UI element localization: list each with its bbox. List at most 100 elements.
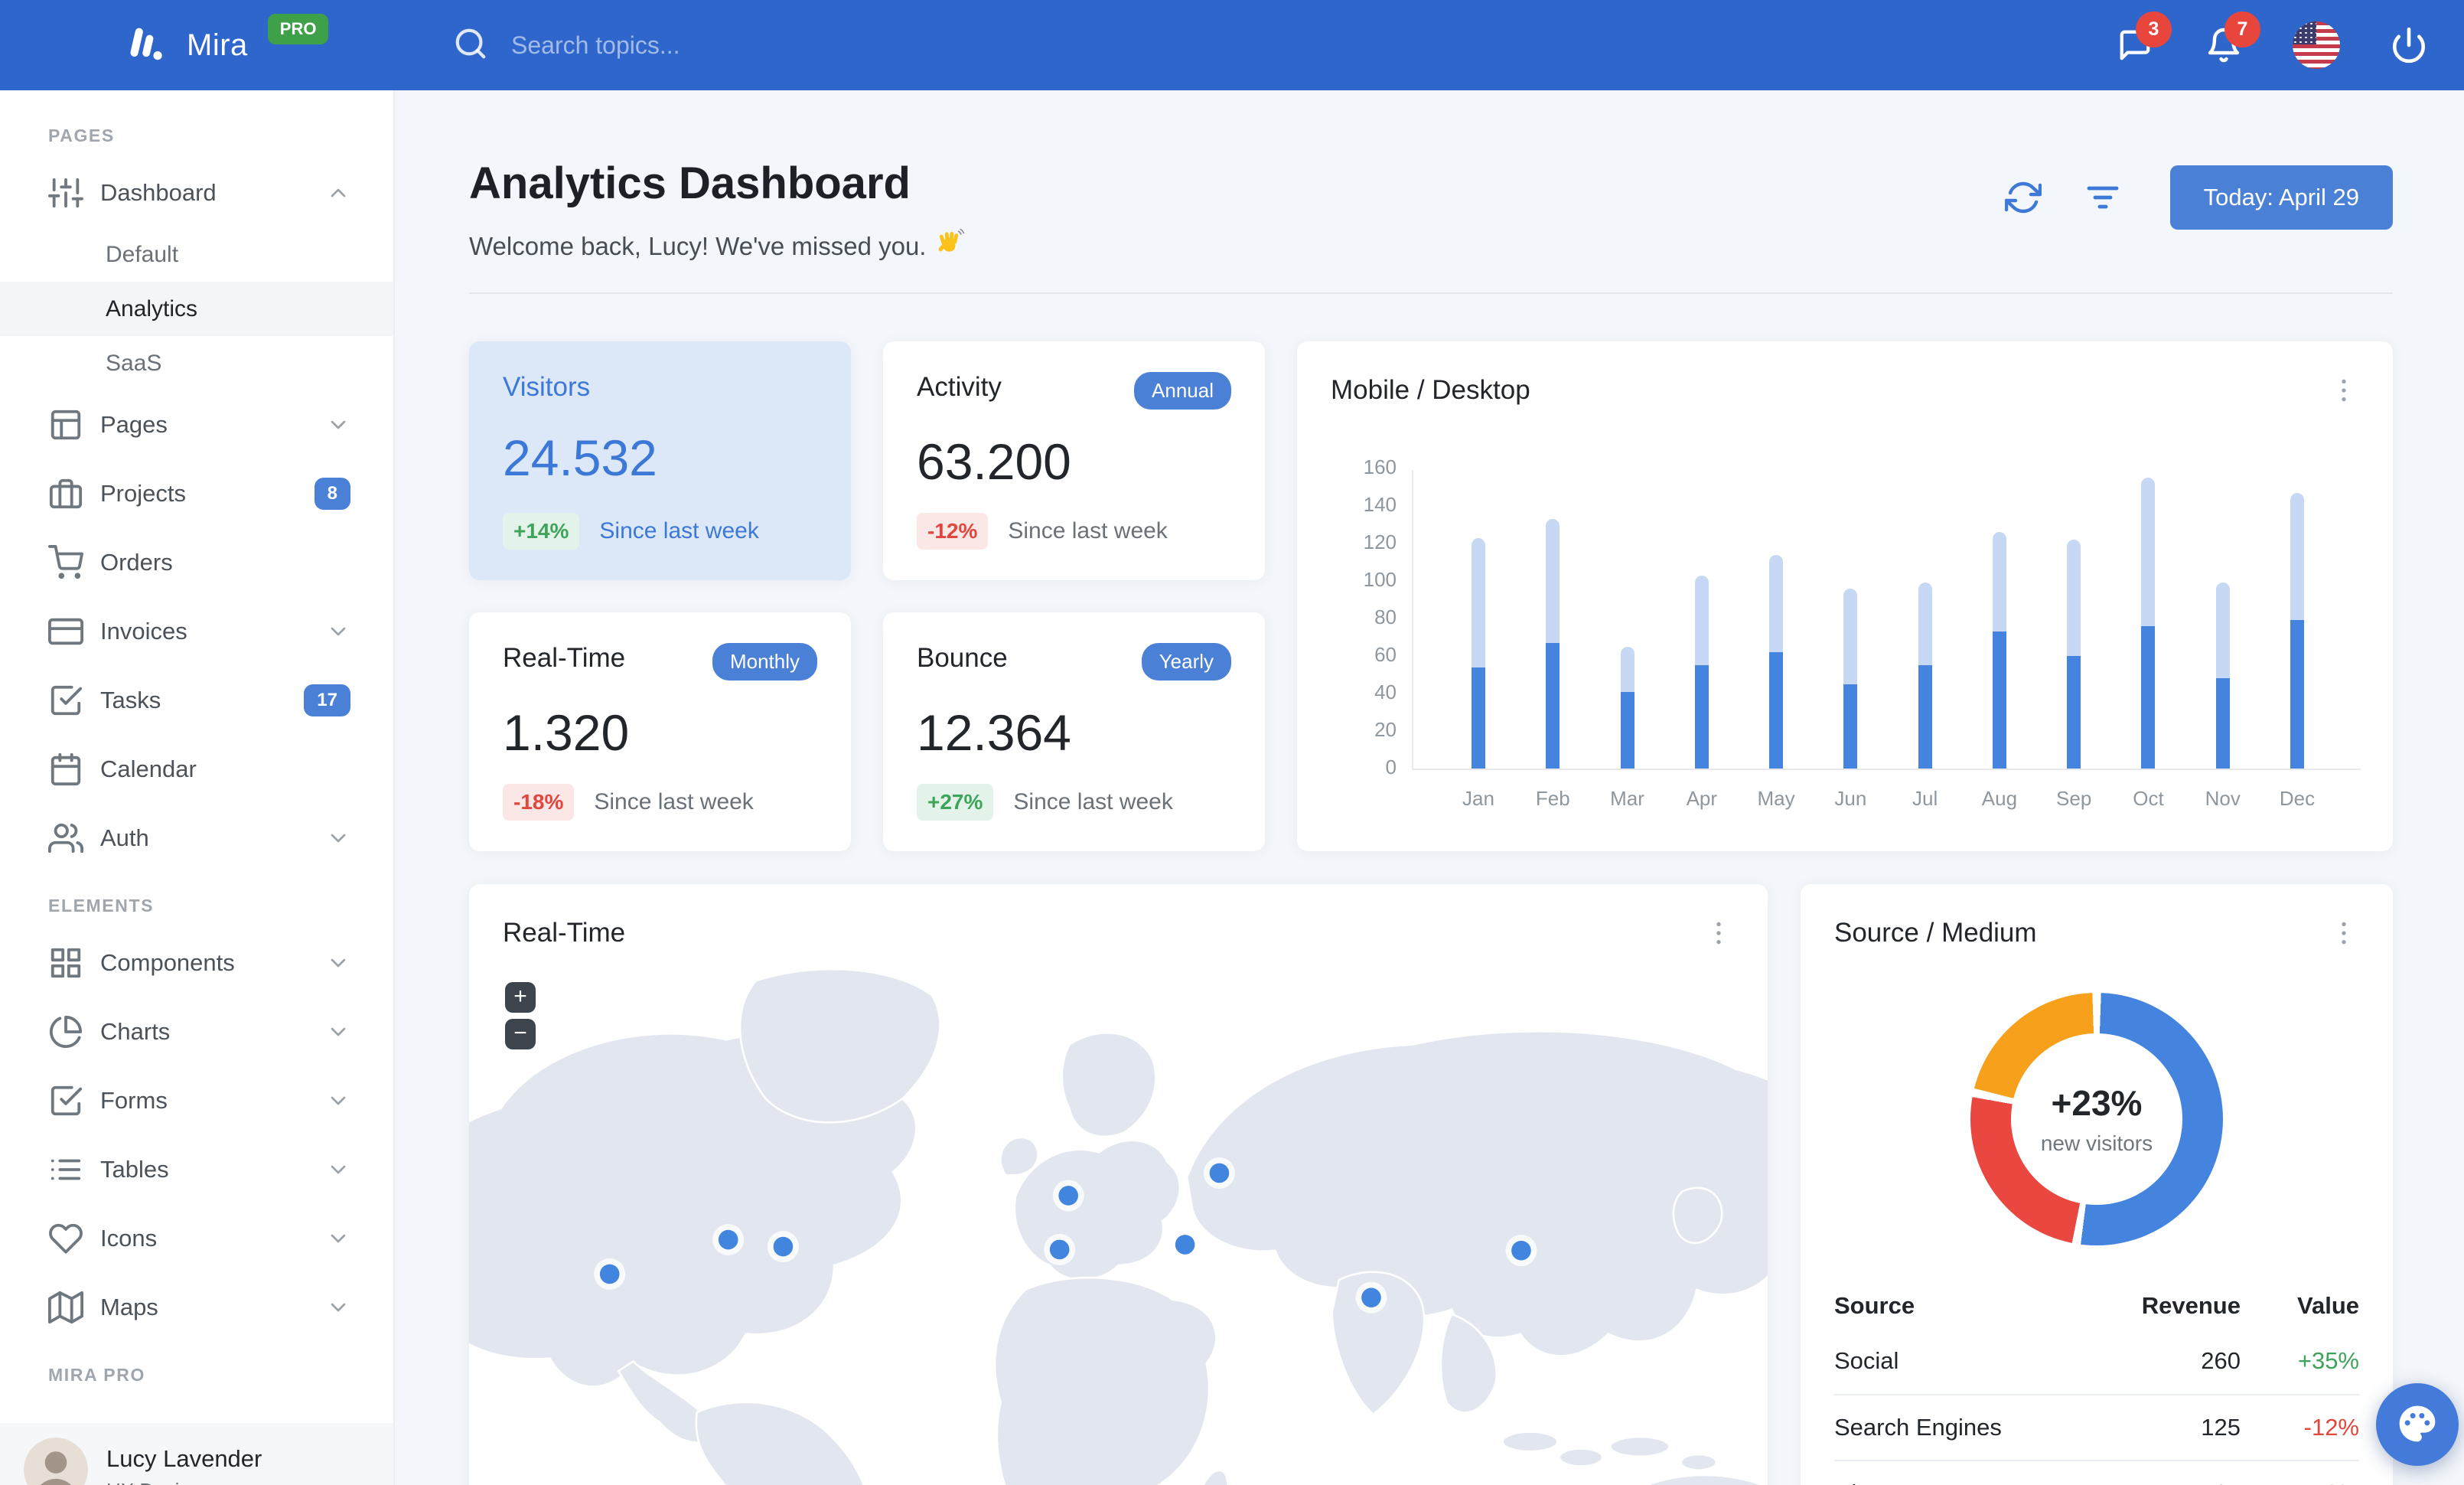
brand[interactable]: Mira PRO	[122, 13, 395, 70]
revenue-cell: 164	[2107, 1480, 2241, 1485]
heart-icon	[48, 1221, 83, 1256]
filter-icon[interactable]	[2084, 179, 2121, 216]
sidebar-item-label: Invoices	[100, 618, 187, 645]
visitor-location-marker	[599, 1264, 620, 1284]
stat-period-badge[interactable]: Yearly	[1141, 643, 1231, 680]
sidebar-item-label: Auth	[100, 824, 149, 851]
sidebar-item-charts[interactable]: Charts	[0, 997, 393, 1066]
map-zoom-out-button[interactable]: −	[505, 1019, 536, 1049]
bar-apr	[1694, 575, 1709, 769]
source-table-row: Social 260 +35%	[1834, 1328, 2359, 1394]
top-navbar: Mira PRO 3 7	[0, 0, 2464, 90]
x-axis-label: Sep	[2056, 787, 2092, 810]
world-map-continents	[469, 968, 1768, 1485]
bar-oct	[2141, 478, 2156, 769]
bar-jun	[1843, 588, 1858, 769]
messages-count-badge: 3	[2136, 11, 2172, 47]
search-icon	[453, 26, 488, 65]
bar-aug	[1992, 532, 2006, 769]
map-zoom-in-button[interactable]: +	[505, 982, 536, 1013]
sign-out-button[interactable]	[2389, 25, 2429, 65]
source-table-row: Search Engines 125 -12%	[1834, 1394, 2359, 1460]
sidebar-item-pages[interactable]: Pages	[0, 390, 393, 459]
sidebar-item-orders[interactable]: Orders	[0, 528, 393, 597]
sidebar-item-maps[interactable]: Maps	[0, 1273, 393, 1342]
mira-logo-icon	[122, 21, 167, 70]
sidebar-item-analytics[interactable]: Analytics	[0, 282, 393, 336]
language-flag-button[interactable]	[2293, 21, 2340, 69]
x-axis-label: Feb	[1535, 787, 1570, 810]
grid-icon	[48, 945, 83, 981]
sidebar-item-tasks[interactable]: Tasks 17	[0, 666, 393, 735]
main-content: Analytics Dashboard Welcome back, Lucy! …	[395, 90, 2464, 1485]
sidebar-item-invoices[interactable]: Invoices	[0, 597, 393, 666]
visitor-location-marker	[1511, 1240, 1531, 1261]
source-cell: Direct	[1834, 1480, 2107, 1485]
stat-title: Visitors	[503, 372, 591, 402]
search-input[interactable]	[511, 31, 909, 60]
sidebar-item-auth[interactable]: Auth	[0, 804, 393, 873]
revenue-cell: 260	[2201, 1347, 2241, 1374]
sidebar-section-label: MIRA PRO	[48, 1365, 145, 1385]
sidebar-item-label: Orders	[100, 549, 173, 576]
sidebar-item-projects[interactable]: Projects 8	[0, 459, 393, 528]
messages-button[interactable]: 3	[2115, 11, 2172, 65]
bar-jul	[1918, 583, 1932, 769]
visitor-location-marker	[1361, 1288, 1381, 1307]
stat-period-badge[interactable]: Annual	[1134, 372, 1231, 410]
stat-card-activity: Activity Annual 63.200 -12% Since last wee…	[883, 341, 1265, 580]
chevron-down-icon	[326, 413, 350, 437]
x-axis-label: Aug	[1981, 787, 2018, 810]
chevron-down-icon	[326, 1157, 350, 1182]
sidebar-item-calendar[interactable]: Calendar	[0, 735, 393, 804]
header-divider	[469, 292, 2393, 294]
delta-chip: -18%	[503, 784, 575, 821]
theme-settings-button[interactable]	[2376, 1383, 2459, 1466]
check-square-icon	[48, 1083, 83, 1118]
notifications-button[interactable]: 7	[2204, 11, 2260, 65]
sidebar-item-forms[interactable]: Forms	[0, 1066, 393, 1135]
stat-value: 63.200	[917, 432, 1071, 490]
sidebar-item-dashboard[interactable]: Dashboard	[0, 158, 393, 227]
credit-card-icon	[48, 614, 83, 649]
world-map[interactable]	[469, 951, 1768, 1485]
layout-icon	[48, 407, 83, 442]
stat-caption: Since last week	[1008, 518, 1168, 543]
delta-chip: +27%	[917, 784, 994, 821]
y-axis-label: 0	[1385, 756, 1397, 778]
stat-card-real-time: Real-Time Monthly 1.320 -18% Since last we…	[469, 612, 851, 851]
sidebar-item-components[interactable]: Components	[0, 929, 393, 997]
stat-caption: Since last week	[599, 518, 759, 543]
today-button[interactable]: Today: April 29	[2169, 165, 2393, 230]
sidebar-item-icons[interactable]: Icons	[0, 1204, 393, 1273]
power-icon	[2392, 27, 2426, 64]
more-options-icon[interactable]	[1703, 918, 1734, 948]
sidebar-item-label: Dashboard	[100, 179, 217, 206]
value-cell: -12%	[2303, 1414, 2359, 1441]
stat-value: 12.364	[917, 703, 1071, 761]
sidebar-item-default[interactable]: Default	[0, 227, 393, 282]
sidebar-item-label: Pages	[100, 411, 168, 438]
users-icon	[48, 821, 83, 856]
chevron-up-icon	[326, 181, 350, 205]
more-options-icon[interactable]	[2329, 375, 2359, 406]
source-cell: Search Engines	[1834, 1414, 2002, 1441]
stat-period-badge[interactable]: Monthly	[712, 643, 817, 680]
source-table-row: Direct164+46%	[1834, 1460, 2359, 1485]
bar-jan	[1472, 537, 1485, 769]
sidebar-nav: PAGES Dashboard Default Analytics SaaS Pages P…	[0, 126, 393, 1385]
x-axis-label: Oct	[2133, 787, 2164, 810]
visitor-location-marker	[773, 1236, 794, 1257]
source-title: Source / Medium	[1834, 918, 2037, 948]
sidebar-item-saas[interactable]: SaaS	[0, 336, 393, 390]
sidebar-item-label: Charts	[100, 1018, 171, 1045]
sidebar-item-tables[interactable]: Tables	[0, 1135, 393, 1204]
chart-title: Mobile / Desktop	[1331, 375, 1530, 405]
sidebar-user[interactable]: Lucy Lavender UX Designer	[0, 1423, 393, 1485]
more-options-icon[interactable]	[2329, 918, 2359, 948]
refresh-icon[interactable]	[2004, 179, 2042, 216]
pro-badge: PRO	[267, 13, 329, 44]
list-icon	[48, 1152, 83, 1187]
sidebar-item-label: Projects	[100, 480, 186, 507]
y-axis-label: 60	[1374, 643, 1397, 666]
